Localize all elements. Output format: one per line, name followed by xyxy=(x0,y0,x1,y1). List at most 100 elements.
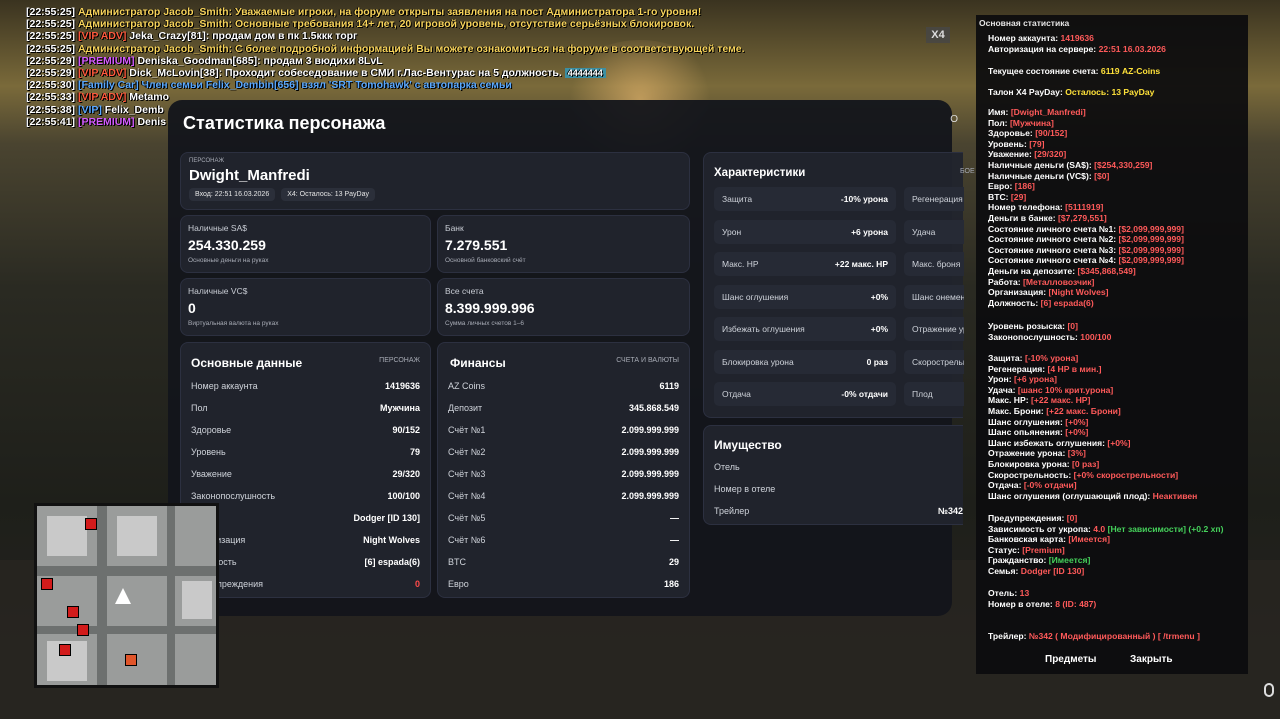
row-value: 100/100 xyxy=(387,491,420,501)
property-row: Номер в отеле xyxy=(714,478,963,500)
chat-text: Jeka_Crazy[81]: продам дом в пк 1.5ккк т… xyxy=(126,30,358,43)
stat-tile: Блокировка урона 0 раз xyxy=(714,349,896,374)
stat-tile: Плод xyxy=(904,382,964,406)
map-block xyxy=(47,516,87,556)
chat-text: Metamo xyxy=(126,91,169,104)
data-row: AZ Coins 6119 xyxy=(448,375,679,397)
cash-value: 254.330.259 xyxy=(188,237,266,253)
stat-key: Трейлер: xyxy=(988,631,1027,641)
row-value: [6] espada(6) xyxy=(364,557,420,567)
accounts-card: Все счета 8.399.999.996 Сумма личных сче… xyxy=(437,278,690,336)
stat-line: Скорострельность: [+0% скорострельности] xyxy=(988,470,1178,481)
chat-phone-badge: 4444444 xyxy=(564,68,606,79)
close-button[interactable]: О xyxy=(950,114,958,125)
stat-line: Отражение урона: [3%] xyxy=(988,448,1086,459)
stat-val: [-10% урона] xyxy=(1024,353,1079,363)
cash-card: Наличные SA$ 254.330.259 Основные деньги… xyxy=(180,215,431,273)
house-icon[interactable] xyxy=(67,606,79,618)
stat-line: Предупреждения: [0] xyxy=(988,513,1077,524)
house-icon[interactable] xyxy=(77,624,89,636)
chat-line: [22:55:25] Администратор Jacob_Smith: Ув… xyxy=(26,6,786,18)
stat-line: Урон: [+6 урона] xyxy=(988,374,1057,385)
stat-val: [Металловозчик] xyxy=(1022,276,1095,287)
stat-line: Статус: [Premium] xyxy=(988,545,1065,556)
stat-key: Должность: xyxy=(988,297,1039,308)
stat-val: [+22 макс. Брони] xyxy=(1046,406,1121,416)
row-label: Пол xyxy=(191,403,208,413)
data-row: Евро 186 xyxy=(448,573,679,595)
house-icon[interactable] xyxy=(59,644,71,656)
stat-label: Урон xyxy=(722,226,742,237)
data-row: Счёт №4 2.099.999.999 xyxy=(448,485,679,507)
stat-val: 1419636 xyxy=(1060,33,1094,43)
row-value: 90/152 xyxy=(392,425,420,435)
stat-key: Номер телефона: xyxy=(988,202,1063,213)
row-label: Счёт №1 xyxy=(448,425,486,435)
stat-tile: Отдача -0% отдачи xyxy=(714,382,896,406)
stat-line: Трейлер: №342 ( Модифицированный ) [ /tr… xyxy=(988,631,1200,642)
row-label: Депозит xyxy=(448,403,483,413)
house-icon[interactable] xyxy=(85,518,97,530)
stat-val: [$2,099,999,999] xyxy=(1118,234,1184,245)
chat-text: Denis xyxy=(134,115,167,128)
characteristics-tag: БОЕ xyxy=(960,168,975,175)
property-row: Трейлер №342 xyxy=(714,500,963,522)
stat-val: [Имеется] xyxy=(1068,534,1110,545)
row-label: Счёт №2 xyxy=(448,447,486,457)
data-row: Здоровье 90/152 xyxy=(191,419,420,441)
stat-key: Блокировка урона: xyxy=(988,459,1070,469)
stat-tile: Удача xyxy=(904,219,964,244)
row-label: Евро xyxy=(448,579,469,589)
chat-text: Felix_Demb xyxy=(101,103,164,116)
finance-tag: СЧЕТА И ВАЛЮТЫ xyxy=(616,357,679,364)
cash-sub: Основные деньги на руках xyxy=(188,257,269,264)
stat-line: Гражданство: [Имеется] xyxy=(988,555,1090,566)
shop-icon[interactable] xyxy=(125,654,137,666)
stat-tile: Шанс онемения xyxy=(904,284,964,309)
stat-key: Зависимость от укропа: xyxy=(988,523,1091,534)
player-arrow-icon xyxy=(115,588,131,604)
minimap xyxy=(34,503,219,688)
bank-label: Банк xyxy=(445,223,464,233)
stat-tile: Макс. HP +22 макс. HP xyxy=(714,252,896,276)
house-icon[interactable] xyxy=(41,578,53,590)
chat-prefix: [VIP] xyxy=(77,103,102,116)
row-value: 2.099.999.999 xyxy=(621,491,679,501)
items-button[interactable]: Предметы xyxy=(1045,654,1096,666)
stat-line: Наличные деньги (SA$): [$254,330,259] xyxy=(988,160,1152,171)
stat-key: Макс. Брони: xyxy=(988,406,1044,416)
stat-extra: [Нет зависимости] (+0.2 хп) xyxy=(1107,523,1224,534)
data-row: Счёт №2 2.099.999.999 xyxy=(448,441,679,463)
data-row: Должность[6] espada(6) xyxy=(191,551,420,573)
stat-line: Регенерация: [4 HP в мин.] xyxy=(988,364,1101,375)
stat-val: [+0%] xyxy=(1107,437,1131,448)
chat-line: [22:55:25] Администратор Jacob_Smith: Ос… xyxy=(26,18,786,30)
stat-line: Состояние личного счета №2: [$2,099,999,… xyxy=(988,234,1184,245)
stat-val: [Мужчина] xyxy=(1009,117,1054,128)
stat-tile: Избежать оглушения +0% xyxy=(714,317,896,341)
stat-key: Урон: xyxy=(988,374,1012,385)
stat-key: Пол: xyxy=(988,117,1008,128)
stat-val: [Имеется] xyxy=(1048,555,1091,566)
stat-key: Номер в отеле: xyxy=(988,598,1053,609)
stat-line: Зависимость от укропа: 4.0 [Нет зависимо… xyxy=(988,524,1223,535)
stat-label: Макс. броня xyxy=(912,259,961,269)
microphone-icon[interactable] xyxy=(1264,683,1274,697)
chat-prefix: [PREMIUM] xyxy=(77,115,135,128)
stat-val: Dodger [ID 130] xyxy=(1020,566,1085,576)
stat-key: Наличные деньги (VC$): xyxy=(988,170,1092,181)
stat-line: Блокировка урона: [0 раз] xyxy=(988,459,1099,470)
stat-val: [186] xyxy=(1014,181,1035,192)
chat-line: [22:55:30] [Family Car] Член семьи Felix… xyxy=(26,79,786,91)
data-row: Номер аккаунта 1419636 xyxy=(191,375,420,397)
stat-key: Защита: xyxy=(988,353,1023,363)
stat-label: Отдача xyxy=(722,389,751,399)
hero-caption: ПЕРСОНАЖ xyxy=(189,158,224,164)
stat-line: Удача: [шанс 10% крит.урона] xyxy=(988,385,1113,396)
stat-val: 13 xyxy=(1019,588,1030,598)
data-row: Уважение 29/320 xyxy=(191,463,420,485)
close-panel-button[interactable]: Закрыть xyxy=(1130,654,1173,666)
stat-line: Номер аккаунта: 1419636 xyxy=(988,33,1094,44)
stat-val: [0] xyxy=(1067,321,1078,331)
stat-line: Макс. Брони: [+22 макс. Брони] xyxy=(988,406,1121,417)
